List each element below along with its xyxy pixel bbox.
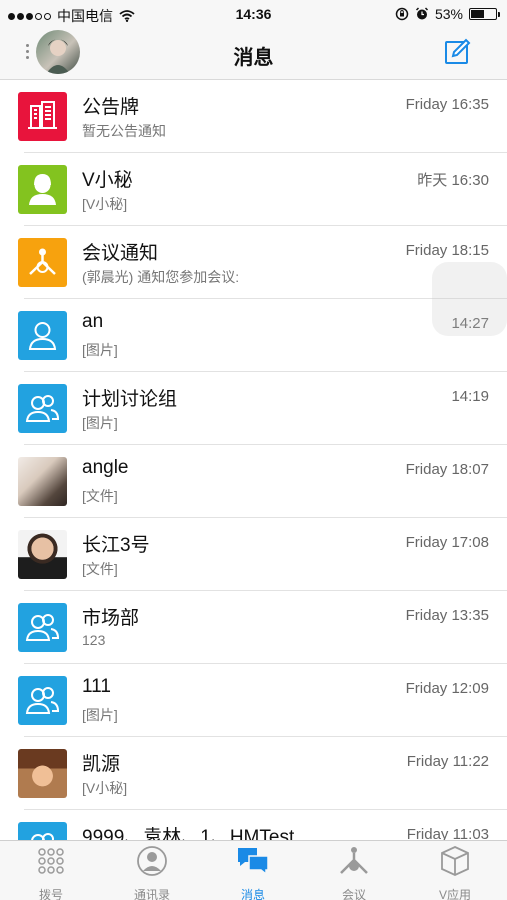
photo-avatar [18, 530, 67, 579]
conversation-time: Friday 11:03 [406, 826, 489, 840]
meeting-icon [340, 847, 368, 874]
conversation-list: 公告牌 暂无公告通知 Friday 16:35 V小秘 [V小秘] 昨天 16:… [0, 80, 507, 840]
assistant-icon [18, 165, 67, 214]
conversation-name: 计划讨论组 [82, 389, 178, 410]
conversation-name: 市场部 [82, 608, 140, 629]
floating-assistive-button[interactable] [432, 262, 507, 336]
group-icon [18, 822, 67, 840]
conversation-row[interactable]: an [图片] 14:27 [0, 299, 507, 372]
conversation-name: an [82, 311, 104, 332]
conversation-time: Friday 11:22 [406, 753, 489, 770]
apps-box-icon [441, 846, 469, 876]
conversation-time: Friday 18:07 [405, 461, 489, 478]
conversation-row[interactable]: 公告牌 暂无公告通知 Friday 16:35 [0, 80, 507, 153]
tab-label: 拨号 [38, 888, 63, 900]
bulletin-board-icon [18, 92, 67, 141]
messages-icon [238, 848, 269, 876]
conversation-preview: 暂无公告通知 [82, 123, 166, 139]
conversation-preview: [图片] [82, 342, 118, 358]
compose-icon[interactable] [444, 37, 472, 65]
conversation-preview: [图片] [82, 707, 118, 723]
conversation-row[interactable]: V小秘 [V小秘] 昨天 16:30 [0, 153, 507, 226]
conversation-name: 会议通知 [82, 243, 159, 264]
alarm-icon [415, 7, 428, 20]
conversation-name: 长江3号 [82, 535, 150, 556]
meeting-icon [18, 238, 67, 287]
battery-percent: 53% [434, 6, 463, 22]
conversation-row[interactable]: 计划讨论组 [图片] 14:19 [0, 372, 507, 445]
conversation-preview: [文件] [82, 561, 118, 577]
conversation-time: Friday 13:35 [405, 607, 489, 624]
photo-avatar [18, 457, 67, 506]
conversation-row[interactable]: 长江3号 [文件] Friday 17:08 [0, 518, 507, 591]
contacts-icon [137, 846, 167, 876]
tab-meeting[interactable]: 会议 [314, 845, 394, 900]
tab-label: 会议 [341, 888, 366, 900]
conversation-name: V小秘 [82, 170, 133, 191]
conversation-time: Friday 16:35 [405, 96, 489, 113]
conversation-time: Friday 12:09 [405, 680, 489, 697]
conversation-preview: [文件] [82, 488, 118, 504]
conversation-preview: 123 [82, 632, 106, 648]
conversation-row[interactable]: 会议通知 (郭晨光) 通知您参加会议: Friday 18:15 [0, 226, 507, 299]
photo-avatar [18, 749, 67, 798]
conversation-row[interactable]: 9999、袁林、1、HMTest Friday 11:03 [0, 810, 507, 840]
orientation-lock-icon [395, 7, 409, 21]
conversation-row[interactable]: 凯源 [V小秘] Friday 11:22 [0, 737, 507, 810]
conversation-time: Friday 17:08 [405, 534, 489, 551]
conversation-row[interactable]: angle [文件] Friday 18:07 [0, 445, 507, 518]
conversation-time: Friday 18:15 [405, 242, 489, 259]
conversation-preview: [V小秘] [82, 780, 128, 796]
tab-contacts[interactable]: 通讯录 [112, 845, 192, 900]
conversation-preview: [图片] [82, 415, 118, 431]
status-right: 53% [395, 6, 500, 22]
conversation-name: angle [82, 457, 129, 478]
tab-label: 消息 [240, 888, 265, 900]
group-icon [18, 676, 67, 725]
conversation-row[interactable]: 市场部 123 Friday 13:35 [0, 591, 507, 664]
tab-dialpad[interactable]: 拨号 [11, 845, 91, 900]
conversation-name: 9999、袁林、1、HMTest [82, 827, 295, 840]
conversation-time: 昨天 16:30 [417, 172, 489, 189]
conversation-name: 凯源 [82, 754, 121, 775]
conversation-name: 111 [82, 676, 111, 697]
battery-icon [469, 8, 500, 20]
group-icon [18, 603, 67, 652]
tab-label: V应用 [438, 888, 471, 900]
status-bar: 中国电信 14:36 53% [0, 0, 507, 28]
tab-bar: 拨号 通讯录 消息 会议 V应用 [0, 840, 507, 900]
tab-apps[interactable]: V应用 [415, 845, 495, 900]
conversation-preview: (郭晨光) 通知您参加会议: [82, 269, 240, 285]
group-icon [18, 384, 67, 433]
conversation-name: 公告牌 [82, 97, 140, 118]
tab-messages[interactable]: 消息 [213, 845, 293, 900]
nav-bar: 消息 [0, 28, 507, 80]
tab-label: 通讯录 [133, 888, 170, 900]
page-title: 消息 [233, 47, 274, 69]
person-icon [18, 311, 67, 360]
conversation-time: 14:19 [451, 388, 489, 405]
conversation-row[interactable]: 111 [图片] Friday 12:09 [0, 664, 507, 737]
dialpad-icon [38, 848, 64, 874]
conversation-preview: [V小秘] [82, 196, 128, 212]
